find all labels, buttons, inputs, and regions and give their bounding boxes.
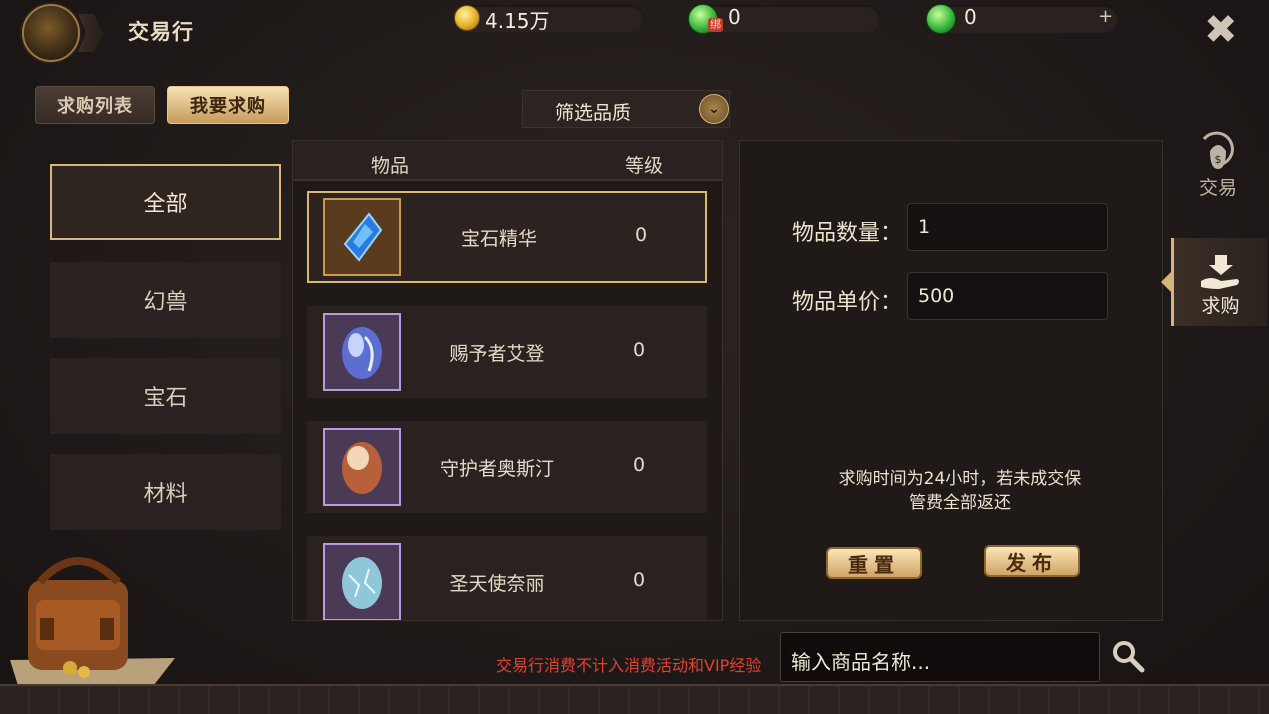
blue-egg-icon bbox=[323, 313, 401, 391]
list-item[interactable]: 圣天使奈丽 0 bbox=[307, 536, 707, 620]
category-materials[interactable]: 材料 bbox=[50, 454, 281, 530]
side-tab-request[interactable]: 求购 bbox=[1171, 238, 1267, 326]
emblem-chevron-icon bbox=[78, 14, 104, 52]
tab-my-request[interactable]: 我要求购 bbox=[167, 86, 289, 124]
gem-icon bbox=[926, 4, 956, 34]
notice-line-1: 求购时间为24小时，若未成交保 bbox=[838, 469, 1082, 489]
svg-text:$: $ bbox=[1215, 153, 1222, 166]
category-gems[interactable]: 宝石 bbox=[50, 358, 281, 434]
item-name: 圣天使奈丽 bbox=[449, 573, 545, 595]
consumption-notice: 交易行消费不计入消费活动和VIP经验 bbox=[496, 656, 762, 675]
add-gem-icon[interactable]: + bbox=[1098, 6, 1113, 27]
category-beasts[interactable]: 幻兽 bbox=[50, 262, 281, 338]
gold-amount: 4.15万 bbox=[485, 9, 550, 33]
hand-receive-icon bbox=[1200, 255, 1239, 289]
unit-price-field[interactable]: 500 bbox=[907, 272, 1108, 320]
brown-egg-icon bbox=[323, 428, 401, 506]
moneybag-icon: $ bbox=[1202, 131, 1234, 169]
list-item[interactable]: 守护者奥斯汀 0 bbox=[307, 421, 707, 513]
reset-button[interactable]: 重置 bbox=[826, 547, 922, 579]
item-level: 0 bbox=[632, 569, 646, 591]
list-header: 物品 等级 bbox=[293, 141, 722, 181]
bound-gem-amount: 0 bbox=[728, 5, 741, 29]
quantity-label: 物品数量： bbox=[792, 221, 903, 246]
item-level: 0 bbox=[634, 224, 648, 246]
guild-emblem-avatar[interactable] bbox=[22, 4, 80, 62]
decorative-bottom-border bbox=[0, 684, 1269, 714]
item-list-panel[interactable]: 物品 等级 宝石精华 0 赐予者艾登 0 守护者奥斯汀 0 圣天使奈丽 0 bbox=[292, 140, 723, 621]
column-header-item: 物品 bbox=[371, 155, 410, 177]
search-icon[interactable] bbox=[1110, 638, 1146, 674]
list-item[interactable]: 赐予者艾登 0 bbox=[307, 306, 707, 398]
notice-line-2: 管费全部返还 bbox=[909, 493, 1011, 513]
category-all[interactable]: 全部 bbox=[50, 164, 281, 240]
quantity-field[interactable]: 1 bbox=[907, 203, 1108, 251]
side-tab-request-label: 求购 bbox=[1201, 295, 1240, 317]
column-header-level: 等级 bbox=[625, 155, 664, 177]
gold-coin-icon bbox=[454, 5, 480, 31]
request-notice: 求购时间为24小时，若未成交保 管费全部返还 bbox=[800, 467, 1120, 515]
side-tab-trade[interactable]: $ 交易 bbox=[1170, 120, 1266, 208]
gem-currency-bar bbox=[928, 5, 1118, 33]
treasure-bag-icon bbox=[10, 557, 175, 692]
item-name: 守护者奥斯汀 bbox=[439, 458, 554, 480]
publish-button[interactable]: 发布 bbox=[984, 545, 1080, 577]
chevron-down-icon[interactable]: ⌄ bbox=[699, 94, 729, 124]
search-input[interactable]: 输入商品名称... bbox=[780, 632, 1100, 682]
request-form-panel: 物品数量： 1 物品单价： 500 求购时间为24小时，若未成交保 管费全部返还… bbox=[739, 140, 1163, 621]
gem-amount: 0 bbox=[964, 5, 977, 29]
side-tab-trade-label: 交易 bbox=[1198, 177, 1237, 199]
quality-filter-dropdown[interactable]: 筛选品质 ⌄ bbox=[522, 90, 730, 128]
unit-price-label: 物品单价： bbox=[792, 290, 903, 315]
active-tab-pointer bbox=[1161, 272, 1171, 292]
bound-tag: 绑 bbox=[708, 18, 723, 32]
list-item[interactable]: 宝石精华 0 bbox=[307, 191, 707, 283]
ice-egg-icon bbox=[323, 543, 401, 620]
close-icon[interactable]: ✖ bbox=[1204, 10, 1238, 50]
item-level: 0 bbox=[632, 454, 646, 476]
item-name: 赐予者艾登 bbox=[449, 343, 545, 365]
item-level: 0 bbox=[632, 339, 646, 361]
quality-filter-label: 筛选品质 bbox=[555, 102, 632, 124]
page-title: 交易行 bbox=[128, 20, 194, 44]
item-name: 宝石精华 bbox=[460, 228, 537, 250]
blue-crystal-icon bbox=[323, 198, 401, 276]
tab-buy-list[interactable]: 求购列表 bbox=[35, 86, 155, 124]
